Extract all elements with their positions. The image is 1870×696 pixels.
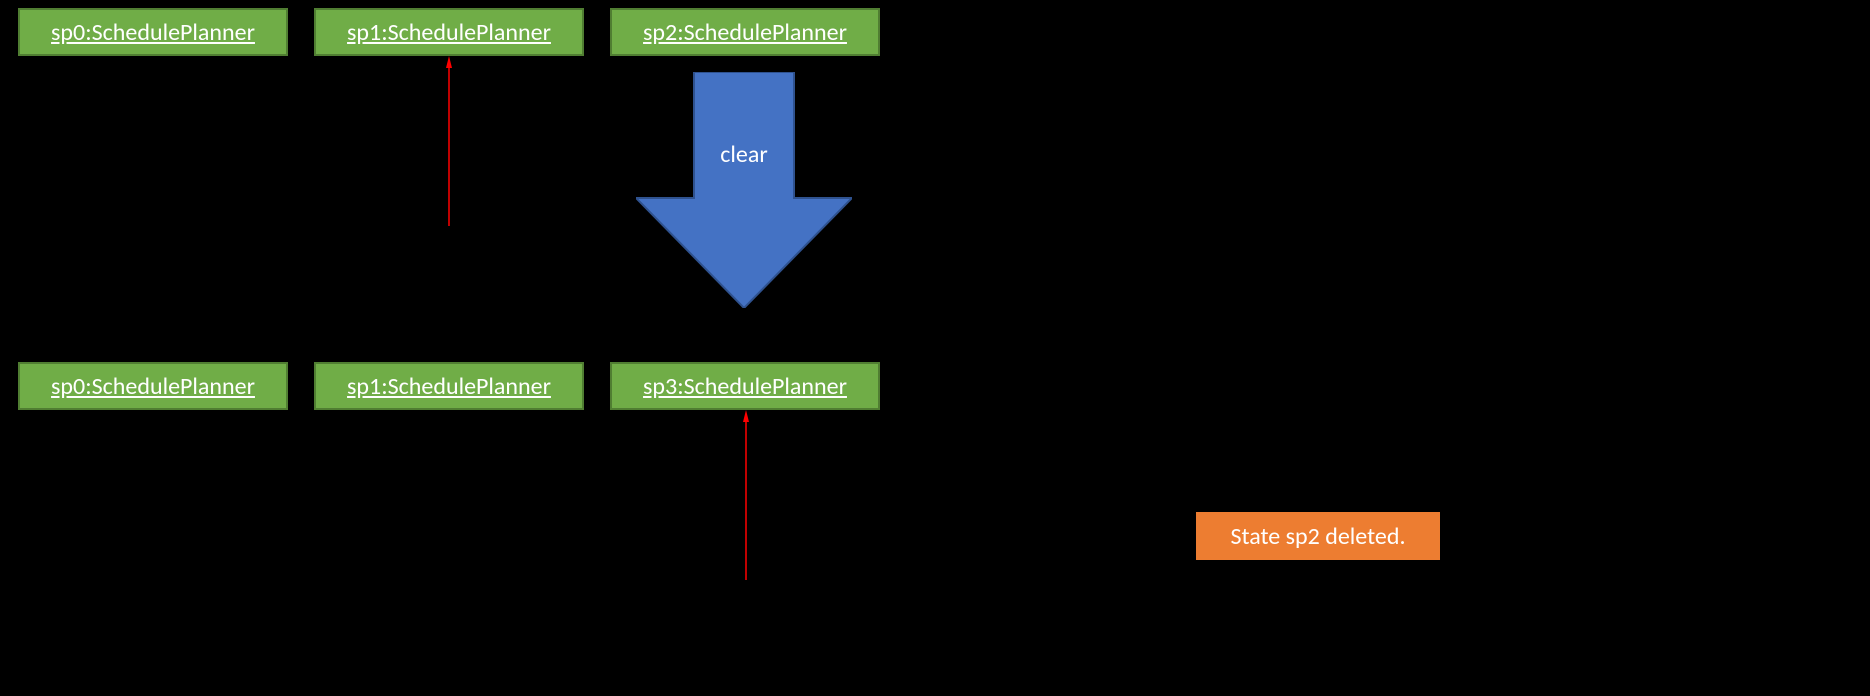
object-label: sp1:SchedulePlanner (347, 372, 551, 401)
object-sp1-before: sp1:SchedulePlanner (314, 8, 584, 56)
deletion-note-text: State sp2 deleted. (1230, 522, 1405, 551)
object-sp3-after: sp3:SchedulePlanner (610, 362, 880, 410)
object-label: sp2:SchedulePlanner (643, 18, 847, 47)
object-label: sp3:SchedulePlanner (643, 372, 847, 401)
deletion-note: State sp2 deleted. (1196, 512, 1440, 560)
object-label: sp0:SchedulePlanner (51, 18, 255, 47)
object-sp0-before: sp0:SchedulePlanner (18, 8, 288, 56)
object-sp1-after: sp1:SchedulePlanner (314, 362, 584, 410)
clear-arrow-icon (636, 72, 852, 308)
object-sp2-before: sp2:SchedulePlanner (610, 8, 880, 56)
object-label: sp0:SchedulePlanner (51, 372, 255, 401)
object-sp0-after: sp0:SchedulePlanner (18, 362, 288, 410)
object-label: sp1:SchedulePlanner (347, 18, 551, 47)
pointer-arrow-after (737, 410, 755, 580)
pointer-arrow-before (440, 56, 458, 226)
